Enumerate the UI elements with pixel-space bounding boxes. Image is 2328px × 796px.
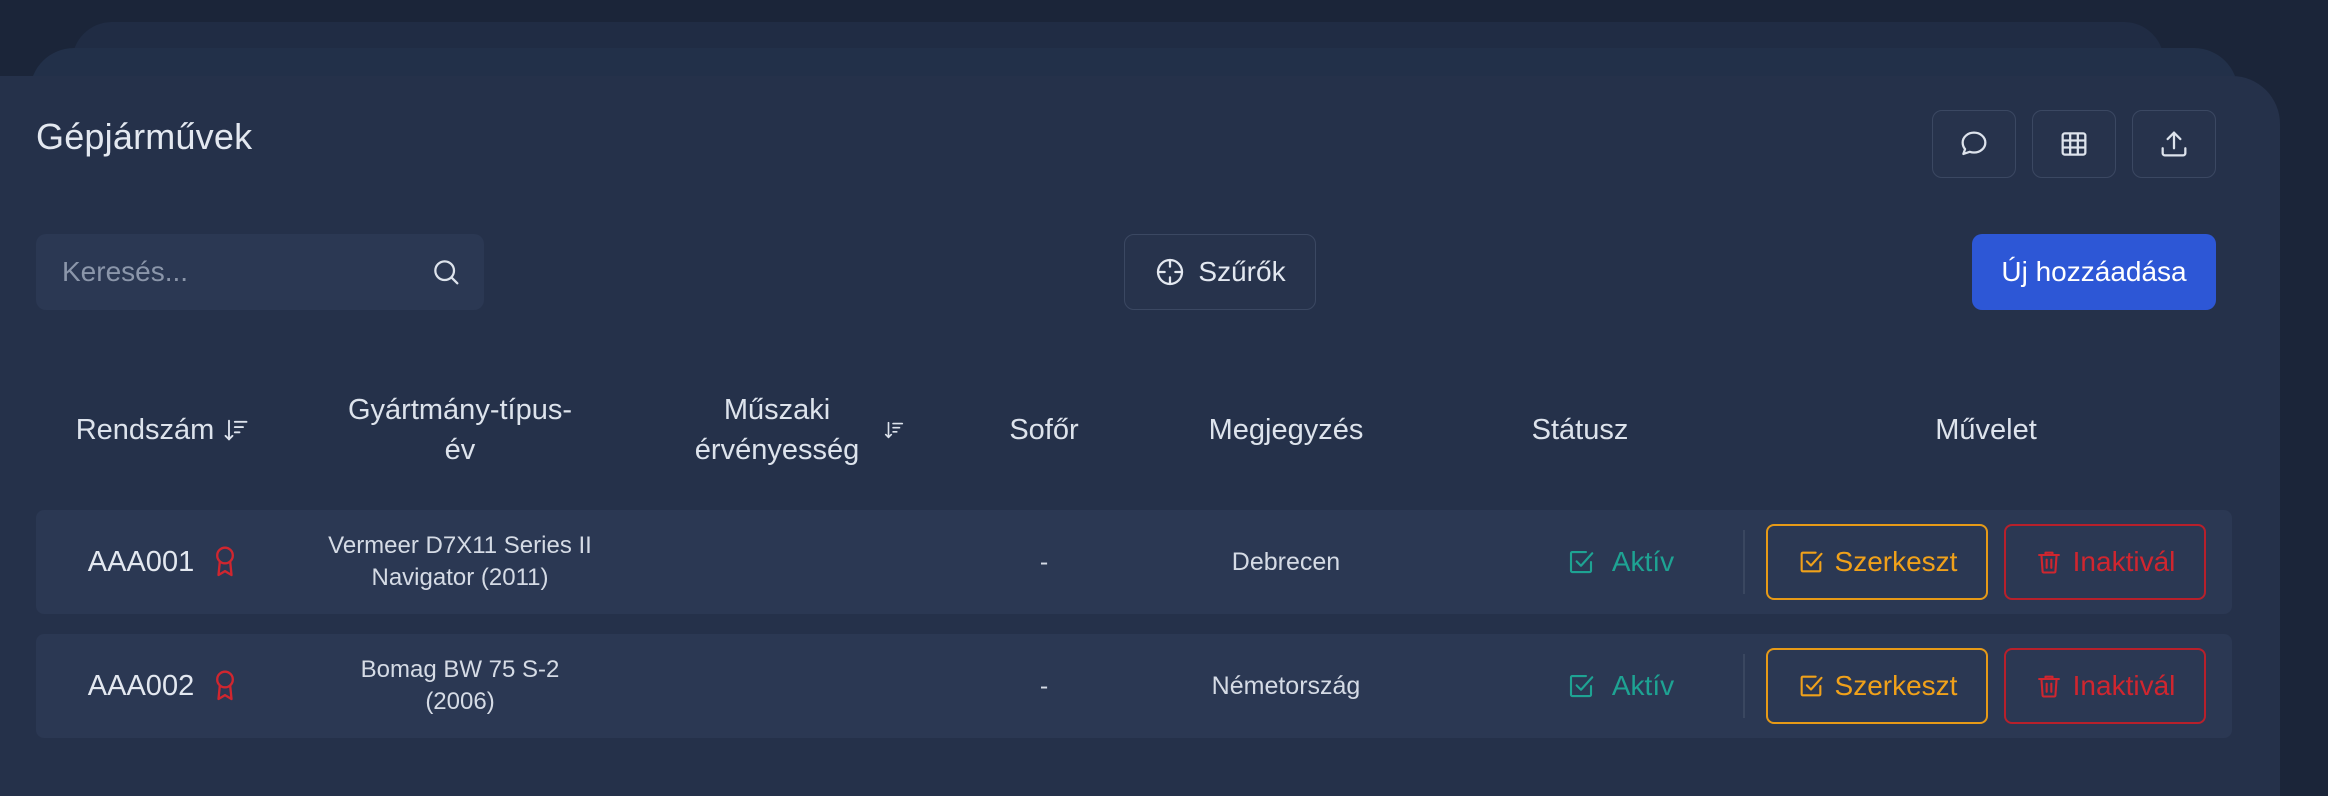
status-text: Aktív: [1611, 546, 1675, 577]
driver-cell: -: [1039, 671, 1049, 700]
model-text-line2: (2006): [425, 688, 495, 715]
checkbox-check-icon: [1569, 674, 1594, 698]
upload-icon: [2161, 131, 2187, 157]
edit-label: Szerkeszt: [1834, 670, 1958, 701]
column-header-action: Művelet: [1935, 414, 2037, 446]
note-cell: Debrecen: [1231, 547, 1341, 576]
comment-button[interactable]: [1932, 110, 2016, 178]
column-header-inspection-line1: Műszaki: [723, 394, 831, 426]
model-text-line2: Navigator (2011): [371, 564, 549, 591]
model-cell: Vermeer D7X11 Series II Navigator (2011): [300, 510, 620, 614]
edit-button[interactable]: Szerkeszt: [1766, 524, 1988, 600]
action-divider: [1743, 530, 1745, 594]
table-view-button[interactable]: [2032, 110, 2116, 178]
filters-label: Szűrők: [1198, 256, 1286, 287]
sort-icon[interactable]: [222, 416, 250, 444]
model-text-line1: Vermeer D7X11 Series II: [328, 532, 592, 559]
column-header-model-line2: év: [444, 434, 476, 466]
plate-cell: AAA001: [36, 510, 290, 614]
checkbox-check-icon: [1569, 550, 1594, 574]
plate-number: AAA002: [87, 669, 195, 702]
column-header-note: Megjegyzés: [1208, 414, 1364, 446]
note-cell: Németország: [1211, 671, 1361, 700]
column-header-status: Státusz: [1531, 414, 1629, 446]
sort-icon[interactable]: [883, 419, 905, 441]
filters-button[interactable]: Szűrők: [1124, 234, 1316, 310]
edit-check-icon: [1800, 675, 1823, 697]
column-header-plate-label: Rendszám: [75, 414, 215, 446]
trash-icon: [2037, 551, 2060, 574]
edit-label: Szerkeszt: [1834, 546, 1958, 577]
column-header-model: Gyártmány-típus- év: [300, 380, 620, 480]
search-input[interactable]: Keresés...: [36, 234, 484, 310]
action-divider: [1743, 654, 1745, 718]
comment-icon: [1961, 131, 1987, 156]
search-icon[interactable]: [430, 256, 462, 288]
edit-button[interactable]: Szerkeszt: [1766, 648, 1988, 724]
column-header-driver: Sofőr: [1009, 414, 1079, 446]
inspection-cell: [640, 510, 960, 614]
search-placeholder: Keresés...: [62, 256, 189, 287]
table-row: AAA002 Bomag BW 75 S-2 (2006) - Németors…: [36, 634, 2232, 738]
award-ribbon-icon: [216, 546, 235, 577]
column-header-plate[interactable]: Rendszám: [36, 380, 290, 480]
column-header-inspection-line2: érvényesség: [694, 434, 860, 466]
table-icon: [2061, 132, 2087, 156]
model-cell: Bomag BW 75 S-2 (2006): [300, 634, 620, 738]
inspection-cell: [640, 634, 960, 738]
column-header-model-line1: Gyártmány-típus-: [348, 394, 572, 426]
status-badge: Aktív: [1480, 510, 1760, 614]
deactivate-label: Inaktivál: [2072, 670, 2176, 701]
status-text: Aktív: [1611, 670, 1675, 701]
deactivate-button[interactable]: Inaktivál: [2004, 524, 2206, 600]
award-ribbon-icon: [216, 670, 235, 701]
status-badge: Aktív: [1480, 634, 1760, 738]
model-text-line1: Bomag BW 75 S-2: [360, 656, 560, 683]
trash-icon: [2037, 675, 2060, 698]
plate-number: AAA001: [87, 545, 195, 578]
crosshair-icon: [1157, 258, 1184, 286]
edit-check-icon: [1800, 551, 1823, 573]
plate-cell: AAA002: [36, 634, 290, 738]
export-button[interactable]: [2132, 110, 2216, 178]
table-row: AAA001 Vermeer D7X11 Series II Navigator…: [36, 510, 2232, 614]
page-title: Gépjárművek: [36, 116, 253, 157]
add-new-button[interactable]: Új hozzáadása: [1972, 234, 2216, 310]
deactivate-button[interactable]: Inaktivál: [2004, 648, 2206, 724]
driver-cell: -: [1039, 547, 1049, 576]
column-header-inspection[interactable]: Műszaki érvényesség: [640, 380, 960, 480]
deactivate-label: Inaktivál: [2072, 546, 2176, 577]
